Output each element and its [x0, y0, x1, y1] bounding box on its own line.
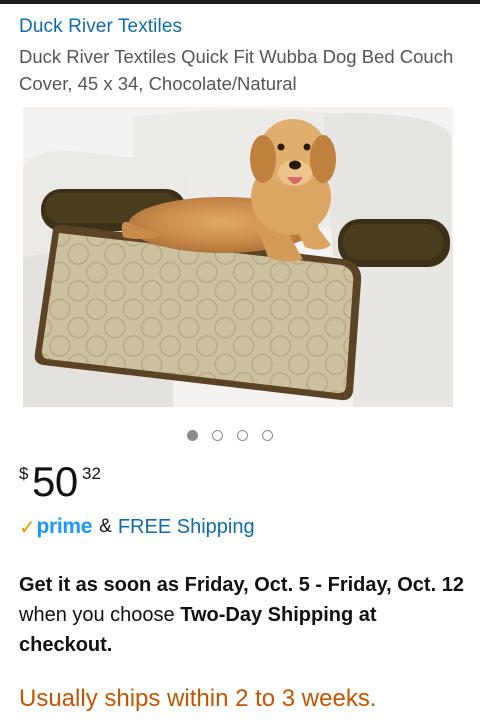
availability-status: Usually ships within 2 to 3 weeks. — [19, 685, 377, 712]
shipping-amp: & — [99, 516, 112, 537]
carousel-dot-1[interactable] — [187, 430, 198, 441]
product-image[interactable] — [23, 107, 453, 407]
prime-label: prime — [36, 515, 93, 538]
delivery-dates: Get it as soon as Friday, Oct. 5 - Frida… — [19, 574, 464, 596]
price-currency: $ — [19, 464, 29, 483]
brand-link[interactable]: Duck River Textiles — [19, 16, 182, 38]
delivery-connector: when you choose — [19, 604, 181, 626]
image-carousel-dots — [187, 430, 273, 441]
top-bar — [0, 0, 480, 4]
price-fraction: 32 — [82, 464, 101, 483]
carousel-dot-4[interactable] — [262, 430, 273, 441]
prime-logo: ✓ prime — [19, 515, 92, 540]
delivery-estimate: Get it as soon as Friday, Oct. 5 - Frida… — [19, 570, 469, 660]
prime-check-icon: ✓ — [19, 516, 36, 539]
price-whole: 50 — [32, 458, 78, 505]
product-title: Duck River Textiles Quick Fit Wubba Dog … — [19, 46, 454, 94]
carousel-dot-2[interactable] — [212, 430, 223, 441]
carousel-dot-3[interactable] — [237, 430, 248, 441]
free-shipping-link[interactable]: FREE Shipping — [118, 516, 255, 539]
shipping-row: ✓ prime & FREE Shipping — [19, 512, 255, 542]
